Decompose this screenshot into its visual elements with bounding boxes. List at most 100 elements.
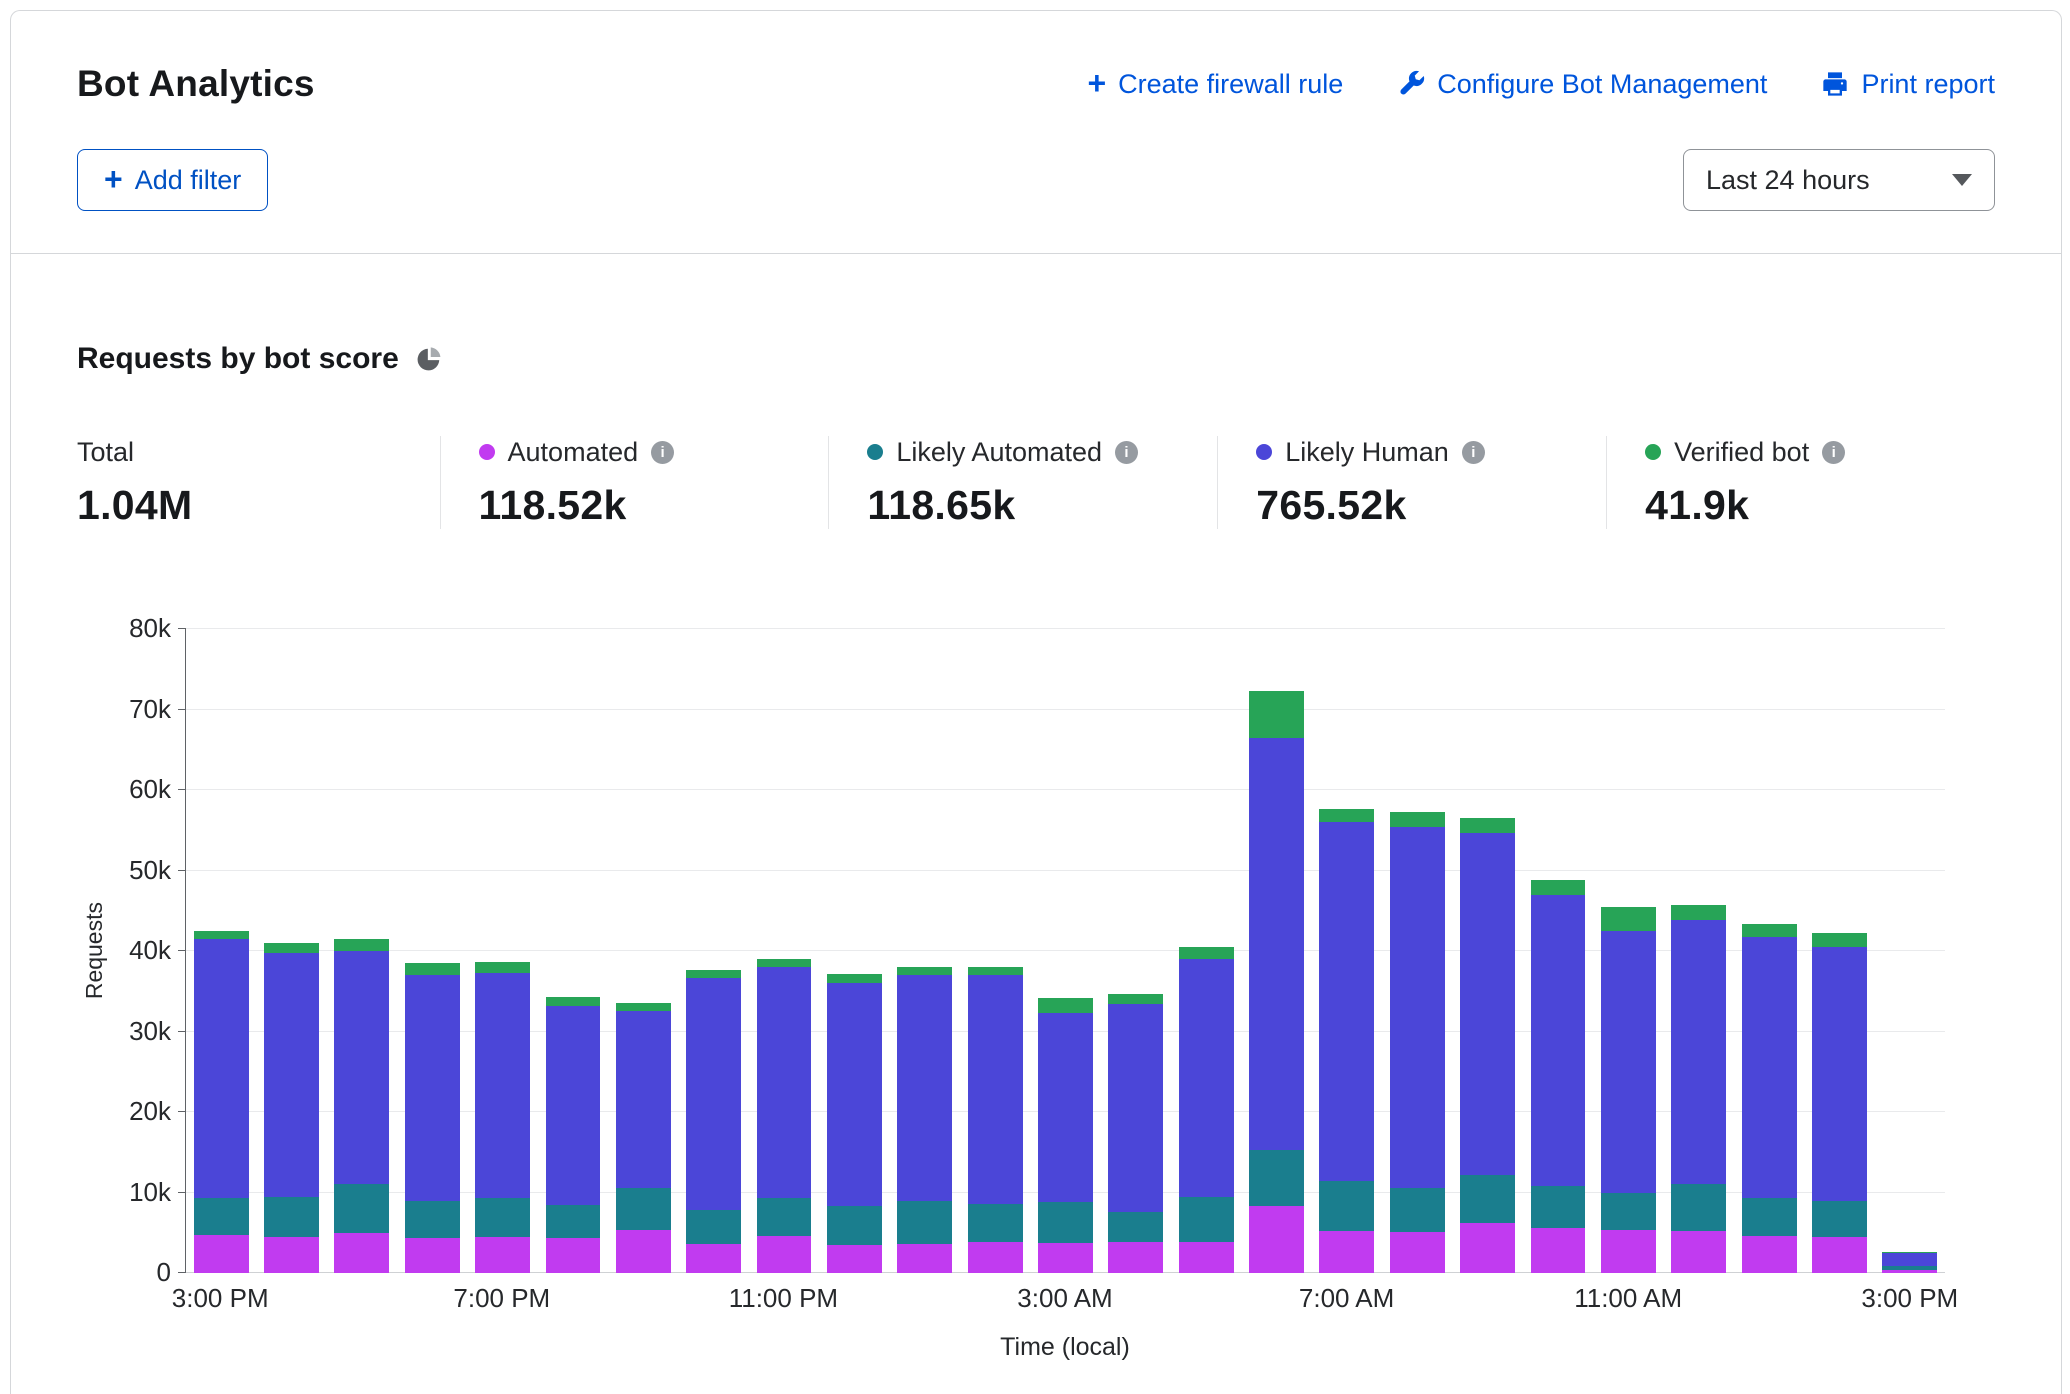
bar-segment-verified-bot (1460, 818, 1515, 833)
bar-1-00-pm-22 (1734, 629, 1804, 1273)
info-icon[interactable] (1115, 441, 1138, 464)
chart-plot-area (185, 629, 1945, 1273)
info-icon[interactable] (1462, 441, 1485, 464)
stat-verified-bot: Verified bot 41.9k (1606, 436, 1995, 529)
bar-8-00-am-17 (1382, 629, 1452, 1273)
stat-automated-value: 118.52k (479, 482, 829, 529)
bar-segment-automated (1390, 1232, 1445, 1273)
y-axis-tick (178, 1192, 186, 1193)
bar-segment-automated (475, 1237, 530, 1273)
info-icon[interactable] (651, 441, 674, 464)
bar-segment-likely-human (686, 978, 741, 1210)
printer-icon (1821, 70, 1849, 98)
legend-dot-likely-human (1256, 444, 1272, 460)
bar-segment-automated (968, 1242, 1023, 1273)
bar-segment-verified-bot (757, 959, 812, 967)
bar-segment-likely-automated (616, 1188, 671, 1230)
bar-segment-verified-bot (1108, 994, 1163, 1004)
x-tick-label: 11:00 AM (1574, 1283, 1682, 1314)
bar-segment-verified-bot (1319, 809, 1374, 823)
bar-segment-verified-bot (968, 967, 1023, 975)
page-title: Bot Analytics (77, 63, 315, 105)
bar-segment-automated (264, 1237, 319, 1273)
time-range-select[interactable]: Last 24 hours (1683, 149, 1995, 211)
bar-1-00-am-10 (890, 629, 960, 1273)
x-axis-labels: 3:00 PM7:00 PM11:00 PM3:00 AM7:00 AM11:0… (185, 1283, 1945, 1329)
stat-likely-human-value: 765.52k (1256, 482, 1606, 529)
y-tick-label: 20k (129, 1097, 171, 1125)
bar-segment-likely-human (968, 975, 1023, 1204)
bar-segment-likely-human (194, 939, 249, 1198)
x-tick-label: 7:00 AM (1299, 1283, 1394, 1314)
bar-segment-likely-automated (1531, 1186, 1586, 1228)
bar-segment-likely-human (1108, 1004, 1163, 1212)
bar-segment-automated (1179, 1242, 1234, 1273)
stat-automated-label: Automated (508, 437, 639, 468)
bar-segment-automated (686, 1244, 741, 1273)
add-filter-button[interactable]: + Add filter (77, 149, 268, 211)
stat-verified-bot-value: 41.9k (1645, 482, 1995, 529)
print-report-label: Print report (1861, 69, 1995, 100)
y-tick-label: 0 (157, 1258, 171, 1286)
add-filter-label: Add filter (135, 165, 242, 196)
bar-segment-likely-human (1460, 833, 1515, 1174)
bar-segment-likely-automated (1812, 1201, 1867, 1237)
bar-segment-verified-bot (616, 1003, 671, 1011)
time-range-value: Last 24 hours (1706, 165, 1870, 196)
print-report-link[interactable]: Print report (1821, 69, 1995, 100)
x-tick-label: 11:00 PM (729, 1283, 838, 1314)
info-icon[interactable] (1822, 441, 1845, 464)
stat-automated: Automated 118.52k (440, 436, 829, 529)
bar-segment-likely-human (1671, 920, 1726, 1184)
bar-segment-likely-human (546, 1006, 601, 1205)
bar-segment-likely-automated (194, 1198, 249, 1235)
bar-segment-likely-automated (1108, 1212, 1163, 1242)
bar-segment-likely-automated (475, 1198, 530, 1237)
bar-segment-likely-automated (1601, 1193, 1656, 1231)
bar-segment-likely-automated (1249, 1150, 1304, 1206)
legend-dot-automated (479, 444, 495, 460)
x-tick-label: 3:00 PM (172, 1283, 269, 1314)
bar-segment-likely-automated (968, 1204, 1023, 1242)
bar-10-00-pm-7 (679, 629, 749, 1273)
bar-segment-likely-human (1390, 827, 1445, 1188)
bar-segment-likely-automated (1038, 1202, 1093, 1243)
chevron-down-icon (1952, 174, 1972, 186)
bar-segment-automated (194, 1235, 249, 1273)
stat-likely-human: Likely Human 765.52k (1217, 436, 1606, 529)
stat-likely-human-label: Likely Human (1285, 437, 1449, 468)
bar-segment-automated (405, 1238, 460, 1273)
stat-total-value: 1.04M (77, 482, 440, 529)
x-tick-label: 3:00 PM (1861, 1283, 1958, 1314)
bar-segment-likely-human (616, 1011, 671, 1188)
bar-segment-likely-human (827, 983, 882, 1206)
stat-verified-bot-label: Verified bot (1674, 437, 1809, 468)
y-tick-label: 10k (129, 1178, 171, 1206)
chart-section: Requests by bot score Total 1.04M Automa… (11, 254, 2061, 1362)
bar-segment-likely-automated (405, 1201, 460, 1239)
bar-segment-verified-bot (1812, 933, 1867, 947)
bar-segment-verified-bot (1531, 880, 1586, 894)
bar-segment-automated (827, 1245, 882, 1273)
bar-segment-verified-bot (264, 943, 319, 953)
bar-segment-automated (1671, 1231, 1726, 1273)
bot-analytics-page: Bot Analytics + Create firewall rule Con… (0, 0, 2070, 1394)
bar-4-00-pm-1 (256, 629, 326, 1273)
create-firewall-rule-link[interactable]: + Create firewall rule (1087, 68, 1343, 100)
x-tick-label: 7:00 PM (453, 1283, 550, 1314)
bar-segment-likely-automated (264, 1197, 319, 1237)
bar-segment-verified-bot (1742, 924, 1797, 937)
bar-11-00-pm-8 (749, 629, 819, 1273)
bar-4-00-am-13 (1101, 629, 1171, 1273)
bar-segment-automated (1812, 1237, 1867, 1273)
legend-dot-verified-bot (1645, 444, 1661, 460)
bar-segment-automated (897, 1244, 952, 1273)
configure-bot-management-link[interactable]: Configure Bot Management (1397, 69, 1767, 100)
stat-likely-automated: Likely Automated 118.65k (828, 436, 1217, 529)
wrench-icon (1397, 70, 1425, 98)
requests-bar-chart: Requests 010k20k30k40k50k60k70k80k 3:00 … (77, 629, 1995, 1362)
x-axis-title: Time (local) (185, 1333, 1945, 1362)
stats-row: Total 1.04M Automated 118.52k Likely (77, 436, 1995, 529)
bar-segment-verified-bot (334, 939, 389, 951)
bar-12-00-pm-21 (1664, 629, 1734, 1273)
